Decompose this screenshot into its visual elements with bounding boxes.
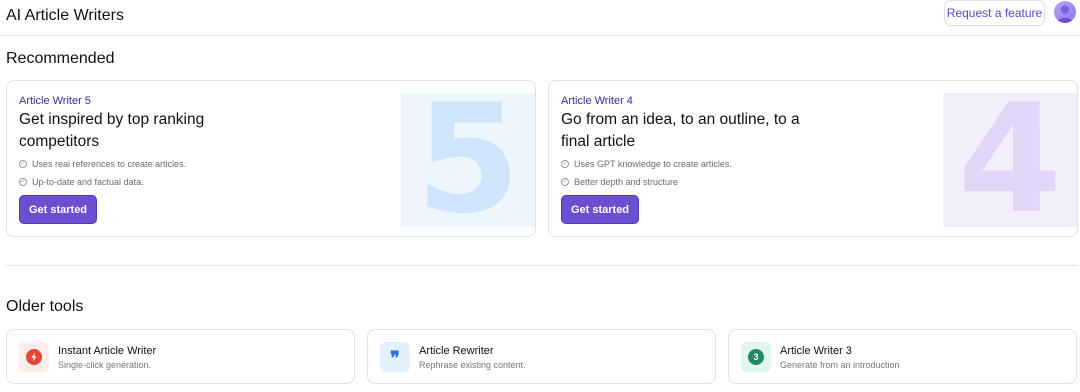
user-avatar-icon (1057, 5, 1073, 23)
bullet-text: Better depth and structure (574, 177, 679, 187)
check-circle-icon: ✓ (561, 178, 569, 186)
bullet-text: Uses GPT knowledge to create articles. (574, 159, 732, 169)
feature-bullet: ✓ Better depth and structure (561, 177, 678, 187)
recommended-card-article-writer-5: 5 Article Writer 5 Get inspired by top r… (6, 80, 536, 237)
bullet-text: Uses real references to create articles. (32, 159, 187, 169)
card-headline: Go from an idea, to an outline, to a fin… (561, 111, 800, 150)
page-title: AI Article Writers (6, 7, 124, 24)
feature-bullet: ✓ Up-to-date and factual data. (19, 177, 144, 187)
hero-number-5-graphic: 5 (401, 93, 535, 227)
section-divider (6, 265, 1078, 266)
card-headline: Get inspired by top ranking competitors (19, 111, 205, 150)
recommended-section-title: Recommended (6, 50, 115, 67)
get-started-button[interactable]: Get started (561, 195, 639, 224)
tool-description: Generate from an introduction (780, 360, 900, 370)
recommended-card-article-writer-4: 4 Article Writer 4 Go from an idea, to a… (548, 80, 1078, 237)
top-bar: AI Article Writers Request a feature (0, 0, 1080, 36)
tool-name: Instant Article Writer (58, 345, 157, 357)
number-3-icon: 3 (748, 349, 764, 365)
hero-number-4-graphic: 4 (943, 93, 1077, 227)
tool-icon-tile: ❞ (380, 342, 410, 372)
tool-name: Article Writer 3 (780, 345, 852, 357)
quote-icon: ❞ (390, 348, 400, 369)
older-tools-section-title: Older tools (6, 298, 84, 315)
tool-description: Single-click generation. (58, 360, 152, 370)
card-eyebrow: Article Writer 5 (19, 95, 91, 107)
tool-name: Article Rewriter (419, 345, 494, 357)
check-circle-icon: ✓ (561, 160, 569, 168)
bullet-text: Up-to-date and factual data. (32, 177, 144, 187)
get-started-button[interactable]: Get started (19, 195, 97, 224)
tool-card-article-rewriter[interactable]: ❞ Article Rewriter Rephrase existing con… (367, 329, 716, 384)
hero-number: 4 (957, 93, 1063, 227)
feature-bullet: ✓ Uses real references to create article… (19, 159, 186, 169)
tool-icon-tile: 3 (741, 342, 771, 372)
check-circle-icon: ✓ (19, 160, 27, 168)
tool-icon-tile (19, 342, 49, 372)
avatar[interactable] (1054, 1, 1076, 23)
card-eyebrow: Article Writer 4 (561, 95, 633, 107)
tool-card-instant-article-writer[interactable]: Instant Article Writer Single-click gene… (6, 329, 355, 384)
tool-card-article-writer-3[interactable]: 3 Article Writer 3 Generate from an intr… (728, 329, 1077, 384)
hero-number: 5 (415, 93, 521, 227)
feature-bullet: ✓ Uses GPT knowledge to create articles. (561, 159, 732, 169)
check-circle-icon: ✓ (19, 178, 27, 186)
lightning-bolt-icon (26, 349, 42, 365)
tool-description: Rephrase existing content. (419, 360, 526, 370)
request-feature-button[interactable]: Request a feature (944, 0, 1045, 26)
